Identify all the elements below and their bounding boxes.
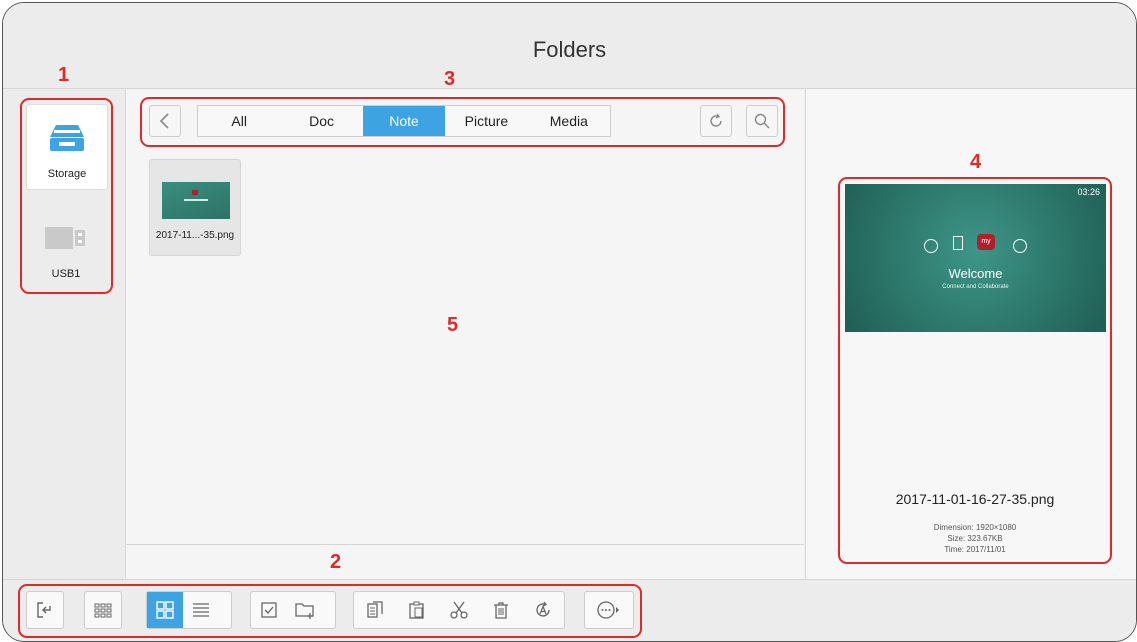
annotation-number-5: 5 — [447, 314, 459, 336]
annotation-number-4: 4 — [970, 151, 982, 173]
annotation-box-2 — [18, 584, 642, 638]
file-name: 2017-11...-35.png — [155, 230, 235, 241]
file-item[interactable]: 2017-11...-35.png — [149, 159, 241, 256]
page-title: Folders — [532, 37, 607, 62]
annotation-number-1: 1 — [58, 64, 70, 86]
file-thumbnail — [162, 182, 230, 219]
annotation-number-2: 2 — [330, 551, 342, 573]
annotation-box-1 — [20, 98, 113, 294]
divider — [126, 544, 804, 545]
annotation-box-3 — [140, 97, 785, 147]
annotation-number-3: 3 — [444, 68, 456, 90]
annotation-box-4 — [838, 177, 1112, 564]
title-bar: Folders — [3, 3, 1136, 89]
